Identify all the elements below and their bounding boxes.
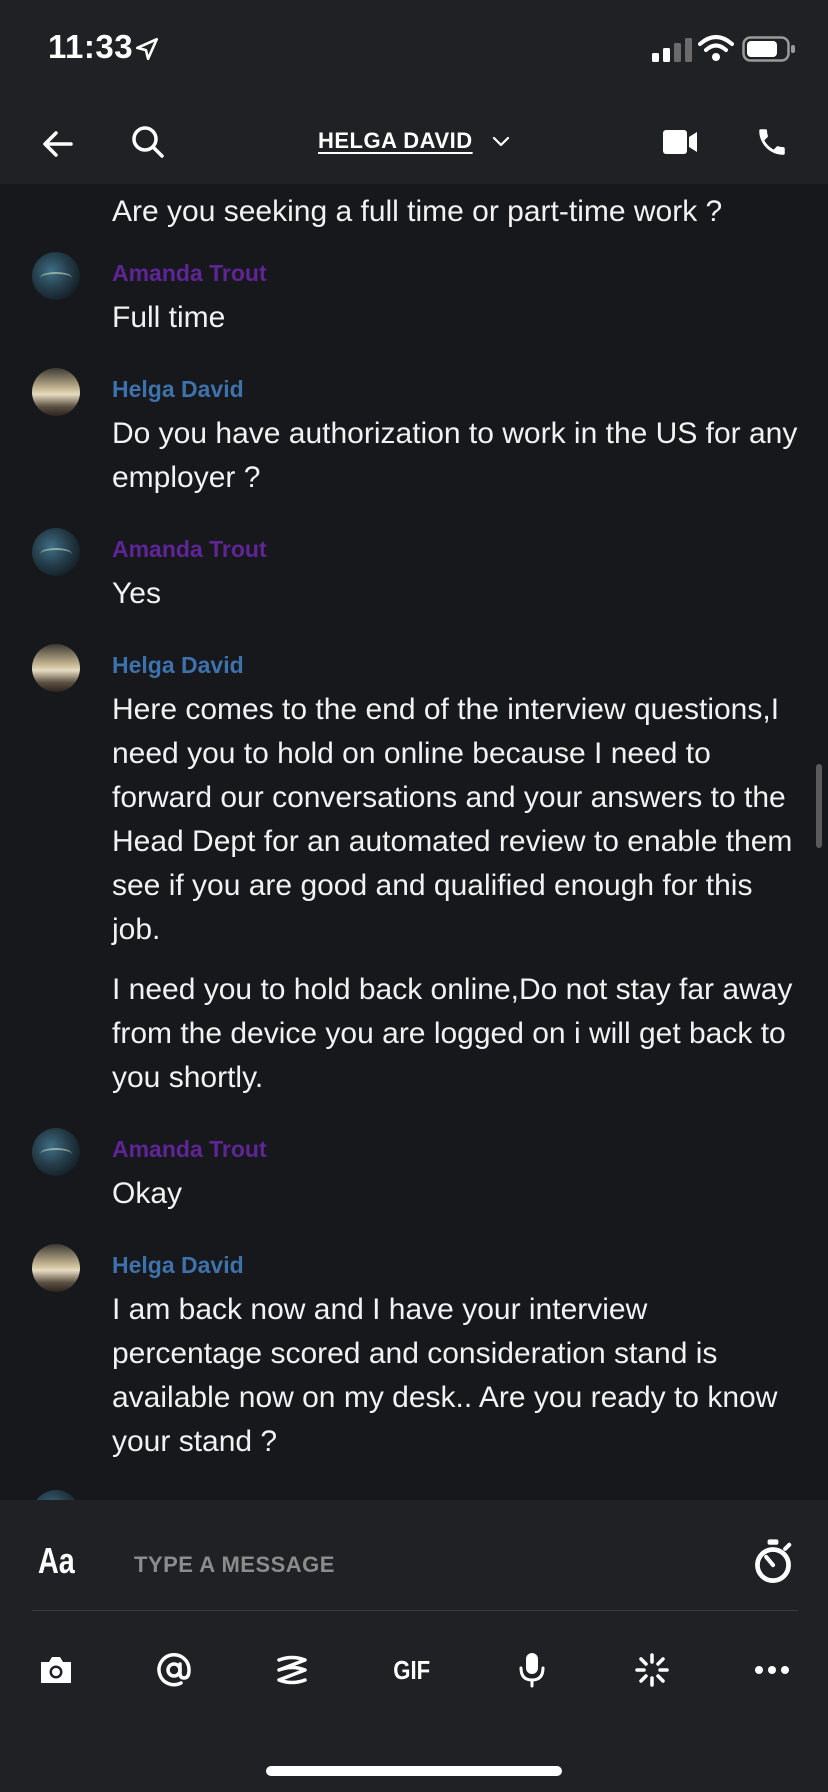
back-button[interactable] (34, 120, 82, 168)
more-icon (755, 1666, 789, 1674)
avatar[interactable] (32, 252, 80, 300)
avatar[interactable] (32, 1490, 80, 1500)
sender-name[interactable]: Helga David (112, 376, 244, 403)
camera-button[interactable] (26, 1642, 86, 1698)
camera-icon (41, 1657, 71, 1683)
conversation-title[interactable]: HELGA DAVID (318, 128, 473, 154)
avatar[interactable] (32, 528, 80, 576)
message-text: Full time (112, 301, 226, 334)
home-indicator (266, 1766, 562, 1776)
message-text: Here comes to the end of the interview q… (112, 693, 793, 946)
mention-button[interactable] (144, 1642, 204, 1698)
wifi-icon (698, 35, 734, 61)
message-text: I need you to hold back online,Do not st… (112, 973, 793, 1094)
cellular-signal-icon (652, 38, 692, 62)
timer-icon[interactable] (752, 1538, 794, 1584)
scrollbar[interactable] (816, 764, 822, 848)
sticker-icon (277, 1655, 307, 1685)
voice-call-button[interactable] (748, 118, 796, 166)
message-text: Do you have authorization to work in the… (112, 417, 798, 494)
mention-icon (157, 1653, 191, 1687)
composer: Aa GIF (0, 1500, 828, 1792)
avatar[interactable] (32, 1128, 80, 1176)
sender-name[interactable]: Amanda Trout (112, 260, 267, 287)
gif-button[interactable]: GIF (382, 1642, 442, 1698)
avatar[interactable] (32, 1244, 80, 1292)
sparkle-icon (635, 1653, 669, 1687)
video-call-button[interactable] (656, 118, 704, 166)
message-list[interactable]: Are you seeking a full time or part-time… (0, 184, 828, 1500)
battery-icon (742, 36, 795, 62)
more-button[interactable] (742, 1642, 802, 1698)
avatar[interactable] (32, 368, 80, 416)
message-text: I am back now and I have your interview … (112, 1293, 778, 1458)
chevron-down-icon[interactable] (492, 134, 510, 148)
video-camera-icon (663, 130, 697, 154)
back-arrow-icon (43, 131, 73, 157)
effects-button[interactable] (622, 1642, 682, 1698)
gif-label: GIF (393, 1654, 431, 1685)
chat-header: HELGA DAVID (0, 100, 828, 184)
sender-name[interactable]: Helga David (112, 1252, 244, 1279)
sender-name[interactable]: Helga David (112, 652, 244, 679)
status-bar: 11:33 (0, 0, 828, 100)
message-text: Okay (112, 1177, 183, 1210)
text-format-button[interactable]: Aa (38, 1540, 75, 1582)
sticker-button[interactable] (262, 1642, 322, 1698)
phone-icon (759, 129, 785, 155)
status-time: 11:33 (48, 28, 134, 65)
search-button[interactable] (124, 118, 172, 166)
message-text: Yes (112, 577, 161, 610)
message-input[interactable] (132, 1544, 736, 1586)
location-arrow-icon (135, 37, 159, 61)
microphone-button[interactable] (502, 1642, 562, 1698)
search-icon (132, 126, 164, 158)
message-text: Are you seeking a full time or part-time… (112, 195, 723, 228)
microphone-icon (519, 1653, 545, 1688)
sender-name[interactable]: Amanda Trout (112, 1136, 267, 1163)
avatar[interactable] (32, 644, 80, 692)
sender-name[interactable]: Amanda Trout (112, 536, 267, 563)
divider (32, 1610, 798, 1611)
